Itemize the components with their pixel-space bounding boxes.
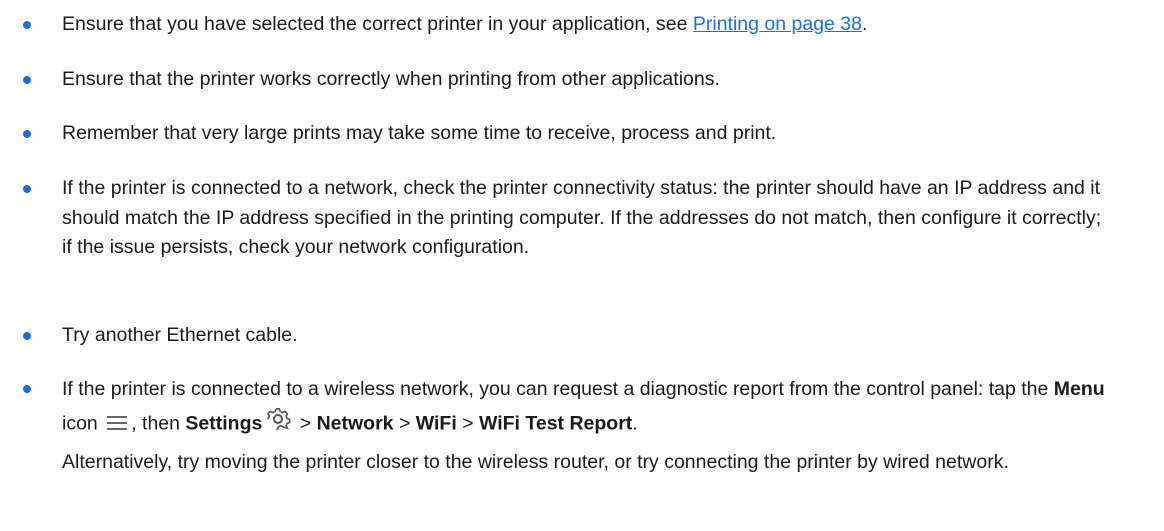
item-text-part: , then [131, 412, 186, 435]
item-text-before: Ensure that you have selected the correc… [62, 13, 693, 35]
wifi-label: WiFi [415, 412, 457, 435]
menu-label: Menu [1053, 378, 1105, 400]
item-text-part: icon [62, 412, 104, 435]
gear-icon [265, 406, 291, 443]
item-text: If the printer is connected to a wireles… [62, 372, 1112, 478]
network-label: Network [316, 412, 394, 435]
settings-label: Settings [185, 412, 263, 435]
item-text: Remember that very large prints may take… [62, 122, 777, 144]
bullet-icon [23, 332, 31, 340]
bullet-icon [23, 76, 31, 84]
item-text: Ensure that you have selected the correc… [62, 10, 1142, 40]
item-separator: > [294, 412, 317, 435]
item-separator: > [456, 412, 479, 435]
bullet-icon [23, 21, 31, 29]
bullet-icon [23, 185, 31, 193]
bullet-icon [23, 130, 31, 138]
item-text-after: . [862, 13, 868, 35]
menu-icon [106, 408, 128, 442]
item-text: Ensure that the printer works correctly … [62, 68, 720, 90]
item-text: If the printer is connected to a network… [62, 177, 1102, 258]
item-text-part: . [632, 412, 638, 435]
item-paragraph: Alternatively, try moving the printer cl… [62, 451, 1009, 473]
item-text-part: If the printer is connected to a wireles… [62, 378, 1054, 400]
item-separator: > [393, 412, 416, 435]
bullet-icon [23, 385, 31, 393]
item-text: Try another Ethernet cable. [62, 324, 298, 346]
printing-page-link[interactable]: Printing on page 38 [693, 13, 862, 35]
wifi-test-report-label: WiFi Test Report [478, 412, 633, 435]
